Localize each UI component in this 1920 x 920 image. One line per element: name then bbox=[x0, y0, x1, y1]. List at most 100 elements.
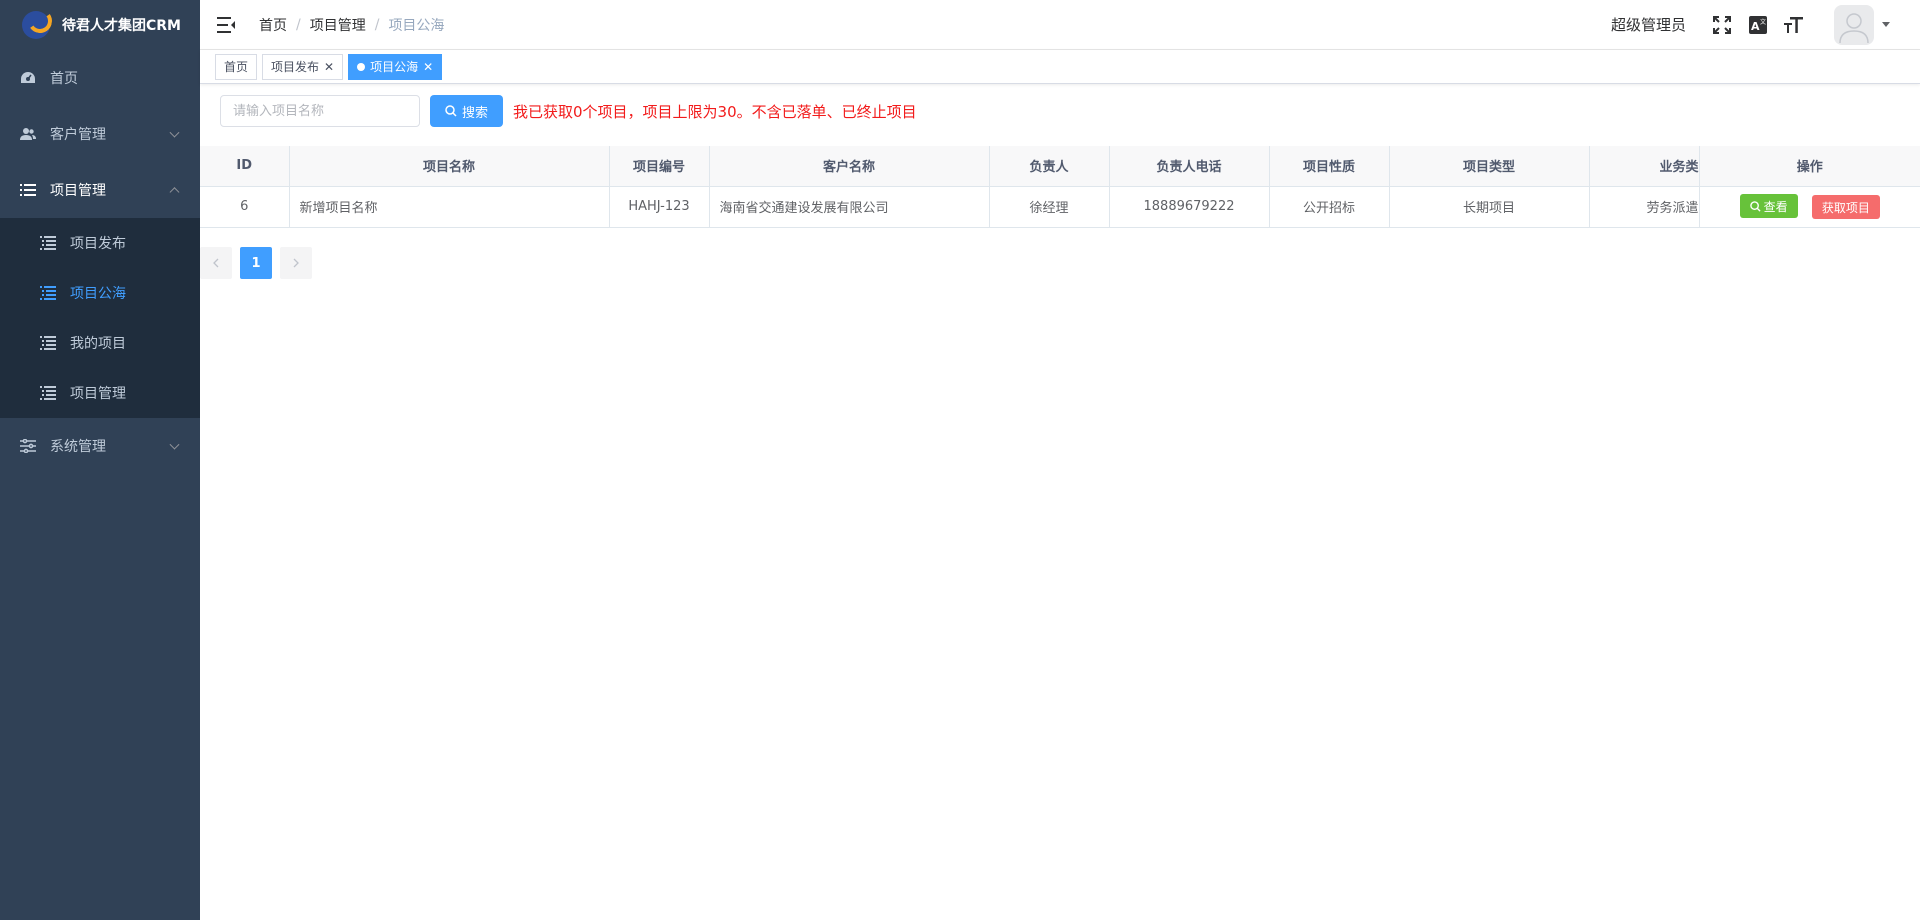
tag-project-publish[interactable]: 项目发布 ✕ bbox=[262, 53, 344, 80]
logo-icon bbox=[20, 7, 54, 41]
table-header-row: ID 项目名称 项目编号 客户名称 负责人 负责人电话 项目性质 项目类型 业务… bbox=[200, 146, 1920, 187]
search-icon bbox=[445, 105, 457, 117]
cell-project-type: 长期项目 bbox=[1389, 186, 1590, 228]
column-header: 项目编号 bbox=[609, 146, 710, 187]
column-header: 负责人电话 bbox=[1109, 146, 1270, 187]
search-toolbar: 搜索 我已获取0个项目，项目上限为30。不含已落单、已终止项目 bbox=[200, 85, 1920, 137]
cell-owner: 徐经理 bbox=[989, 186, 1110, 228]
page-number[interactable]: 1 bbox=[240, 247, 272, 279]
chevron-down-icon bbox=[169, 127, 180, 138]
sliders-icon bbox=[20, 438, 36, 454]
cell-owner-phone: 18889679222 bbox=[1109, 186, 1270, 228]
acquire-button-label: 获取项目 bbox=[1821, 200, 1870, 215]
app-title: 待君人才集团CRM bbox=[62, 18, 181, 34]
sidebar-item-system[interactable]: 系统管理 bbox=[0, 418, 200, 474]
sidebar-item-my-projects[interactable]: 我的项目 bbox=[0, 318, 200, 368]
tag-home[interactable]: 首页 bbox=[215, 53, 258, 80]
quota-notice: 我已获取0个项目，项目上限为30。不含已落单、已终止项目 bbox=[513, 102, 917, 121]
tree-list-icon bbox=[40, 336, 56, 350]
cell-business-type: 劳务派遣 bbox=[1589, 186, 1700, 228]
sidebar-item-project-publish[interactable]: 项目发布 bbox=[0, 218, 200, 268]
main-content: 搜索 我已获取0个项目，项目上限为30。不含已落单、已终止项目 ID 项目名称 … bbox=[200, 85, 1920, 279]
navbar: 首页 / 项目管理 / 项目公海 超级管理员 A文 bbox=[200, 0, 1920, 50]
column-header: 项目性质 bbox=[1269, 146, 1390, 187]
tree-list-icon bbox=[40, 286, 56, 300]
tag-label: 项目公海 bbox=[370, 59, 419, 74]
table-row: 6 新增项目名称 HAHJ-123 海南省交通建设发展有限公司 徐经理 1888… bbox=[200, 186, 1920, 228]
sidebar-item-home[interactable]: 首页 bbox=[0, 50, 200, 106]
sidebar-item-project-pool[interactable]: 项目公海 bbox=[0, 268, 200, 318]
logo[interactable]: 待君人才集团CRM bbox=[0, 0, 200, 50]
project-submenu: 项目发布 项目公海 我的项目 项目管理 bbox=[0, 218, 200, 418]
next-page-button[interactable] bbox=[280, 247, 312, 279]
breadcrumb: 首页 / 项目管理 / 项目公海 bbox=[259, 15, 444, 35]
sidebar-item-projects[interactable]: 项目管理 bbox=[0, 162, 200, 218]
column-header: ID bbox=[200, 146, 290, 187]
cell-customer-name: 海南省交通建设发展有限公司 bbox=[709, 186, 990, 228]
search-icon bbox=[1749, 200, 1761, 212]
breadcrumb-item[interactable]: 首页 bbox=[259, 15, 287, 35]
sidebar-item-label: 项目管理 bbox=[50, 183, 106, 199]
pagination: 1 bbox=[200, 247, 320, 279]
project-table: ID 项目名称 项目编号 客户名称 负责人 负责人电话 项目性质 项目类型 业务… bbox=[200, 146, 1920, 228]
sidebar-item-label: 系统管理 bbox=[50, 439, 106, 455]
hamburger-icon[interactable] bbox=[217, 16, 237, 34]
cell-project-nature: 公开招标 bbox=[1269, 186, 1390, 228]
column-header: 负责人 bbox=[989, 146, 1110, 187]
view-button[interactable]: 查看 bbox=[1739, 194, 1798, 218]
users-icon bbox=[20, 126, 36, 142]
navbar-right: 超级管理员 A文 bbox=[1611, 0, 1920, 50]
tag-label: 首页 bbox=[224, 59, 249, 74]
tags-view: 首页 项目发布 ✕ 项目公海 ✕ bbox=[200, 50, 1920, 84]
project-name-input[interactable] bbox=[220, 95, 420, 127]
list-icon bbox=[20, 182, 36, 198]
tag-label: 项目发布 bbox=[271, 59, 320, 74]
breadcrumb-separator: / bbox=[374, 16, 380, 33]
avatar[interactable] bbox=[1834, 4, 1874, 45]
sidebar-subitem-label: 我的项目 bbox=[70, 336, 126, 352]
column-header: 客户名称 bbox=[709, 146, 990, 187]
column-header: 操作 bbox=[1699, 146, 1920, 187]
column-header: 项目类型 bbox=[1389, 146, 1590, 187]
search-button-label: 搜索 bbox=[462, 105, 489, 121]
sidebar-subitem-label: 项目管理 bbox=[70, 386, 126, 402]
cell-actions: 查看 获取项目 bbox=[1699, 186, 1920, 228]
svg-text:文: 文 bbox=[1760, 18, 1766, 26]
svg-text:A: A bbox=[1751, 20, 1760, 33]
sidebar-subitem-label: 项目发布 bbox=[70, 236, 126, 252]
sidebar-item-customers[interactable]: 客户管理 bbox=[0, 106, 200, 162]
chevron-left-icon bbox=[213, 258, 219, 268]
close-icon[interactable]: ✕ bbox=[423, 61, 433, 73]
cell-project-name: 新增项目名称 bbox=[289, 186, 610, 228]
caret-down-icon[interactable] bbox=[1882, 22, 1890, 27]
acquire-project-button[interactable]: 获取项目 bbox=[1811, 195, 1880, 219]
sidebar-item-project-manage[interactable]: 项目管理 bbox=[0, 368, 200, 418]
breadcrumb-item[interactable]: 项目管理 bbox=[310, 15, 366, 35]
breadcrumb-separator: / bbox=[296, 16, 301, 33]
sidebar: 待君人才集团CRM 首页 客户管理 项目管理 项目发布 项目公海 我的项目 项目… bbox=[0, 0, 200, 920]
language-icon[interactable]: A文 bbox=[1748, 15, 1768, 35]
cell-id: 6 bbox=[200, 186, 290, 228]
chevron-down-icon bbox=[169, 439, 180, 450]
tag-project-pool[interactable]: 项目公海 ✕ bbox=[348, 53, 443, 80]
active-dot-icon bbox=[357, 62, 366, 71]
column-header: 项目名称 bbox=[289, 146, 610, 187]
chevron-up-icon bbox=[169, 187, 180, 198]
cell-project-code: HAHJ-123 bbox=[609, 186, 710, 228]
sidebar-item-label: 客户管理 bbox=[50, 127, 106, 143]
sidebar-subitem-label: 项目公海 bbox=[70, 286, 126, 302]
close-icon[interactable]: ✕ bbox=[324, 61, 334, 73]
tree-list-icon bbox=[40, 236, 56, 250]
fullscreen-icon[interactable] bbox=[1712, 15, 1732, 35]
breadcrumb-current: 项目公海 bbox=[388, 17, 445, 34]
dashboard-icon bbox=[20, 70, 36, 86]
tree-list-icon bbox=[40, 386, 56, 400]
column-header: 业务类 bbox=[1589, 146, 1700, 187]
sidebar-item-label: 首页 bbox=[50, 71, 78, 87]
chevron-right-icon bbox=[293, 258, 299, 268]
search-button[interactable]: 搜索 bbox=[430, 95, 504, 127]
view-button-label: 查看 bbox=[1763, 199, 1788, 214]
user-name: 超级管理员 bbox=[1610, 16, 1686, 34]
font-size-icon[interactable] bbox=[1784, 15, 1804, 35]
prev-page-button[interactable] bbox=[200, 247, 232, 279]
